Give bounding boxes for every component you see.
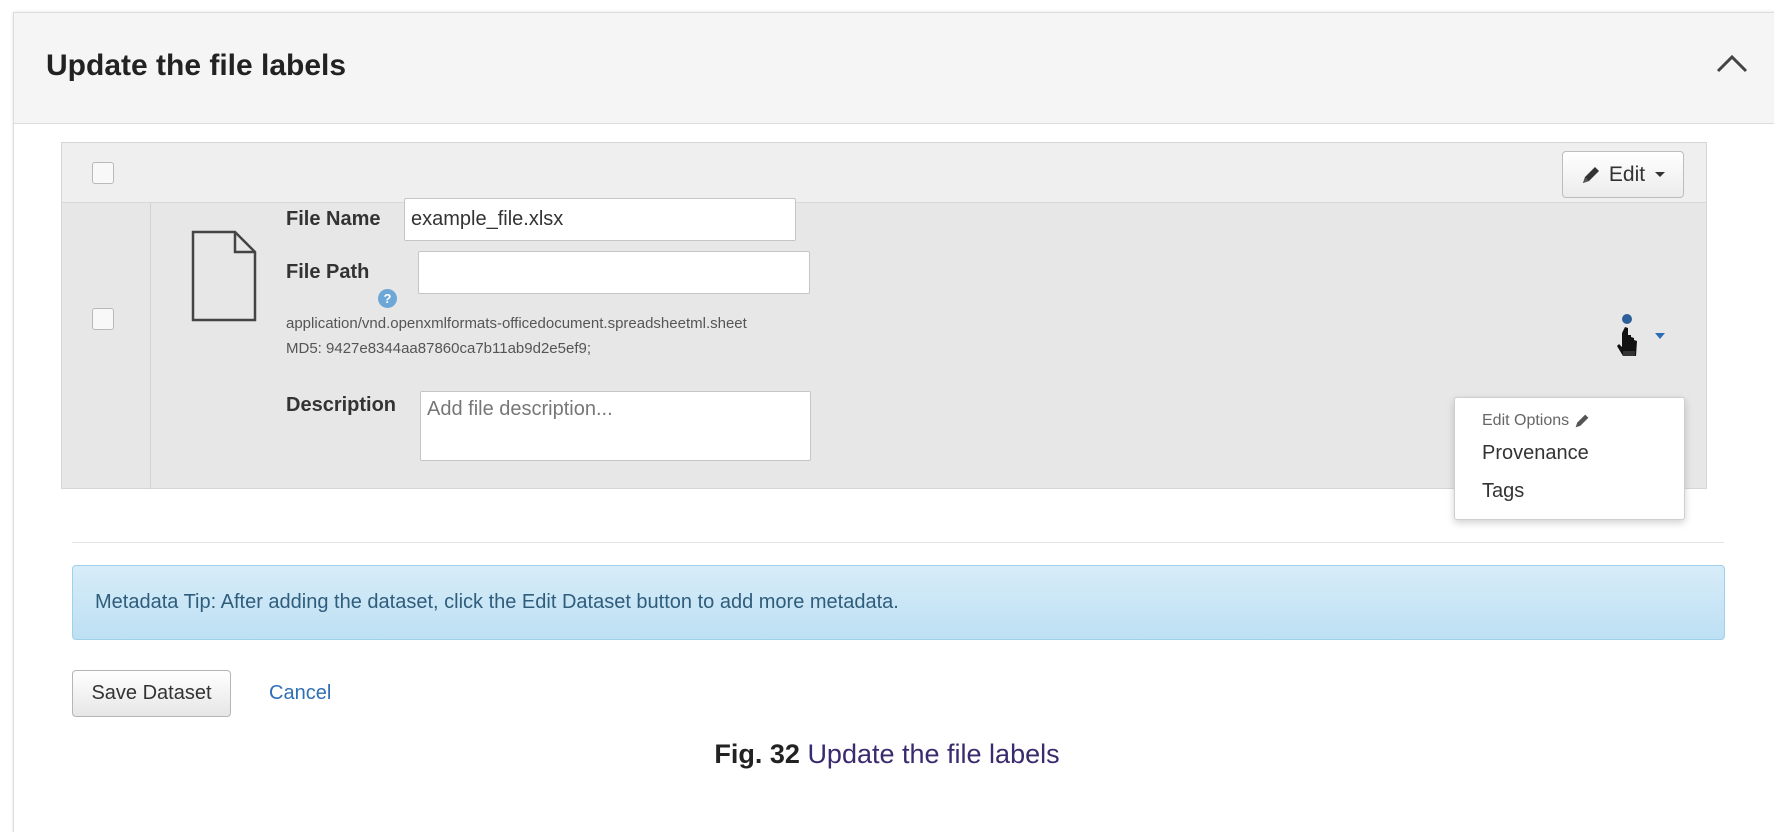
row-divider [150, 203, 151, 489]
description-label: Description [286, 394, 397, 416]
select-all-checkbox[interactable] [92, 162, 114, 184]
edit-button-label: Edit [1608, 162, 1646, 186]
figure-number: Fig. 32 [714, 739, 800, 769]
file-row-checkbox[interactable] [92, 308, 114, 330]
file-options-toggle[interactable] [1607, 311, 1677, 361]
edit-button[interactable]: Edit [1562, 151, 1684, 198]
chevron-up-icon [1716, 54, 1748, 73]
figure-title-link[interactable]: Update the file labels [807, 739, 1059, 769]
panel-title: Update the file labels [46, 49, 347, 82]
file-md5: MD5: 9427e8344aa87860ca7b11ab9d2e5ef9; [286, 340, 591, 357]
question-circle-icon[interactable]: ? [378, 289, 397, 308]
save-dataset-button[interactable]: Save Dataset [72, 670, 231, 717]
panel-header: Update the file labels [14, 13, 1774, 124]
metadata-tip-alert: Metadata Tip: After adding the dataset, … [72, 565, 1725, 640]
file-name-input[interactable] [404, 198, 796, 241]
file-path-input[interactable] [418, 251, 810, 294]
file-name-label: File Name [286, 208, 381, 230]
cancel-link[interactable]: Cancel [269, 682, 331, 705]
file-mime-type: application/vnd.openxmlformats-officedoc… [286, 315, 747, 332]
collapse-button[interactable] [1712, 49, 1752, 79]
description-textarea[interactable] [420, 391, 811, 461]
section-divider [72, 542, 1724, 543]
pencil-icon [1582, 166, 1599, 183]
table-header-row: Edit [62, 143, 1706, 203]
figure-caption: Fig. 32 Update the file labels [0, 739, 1774, 770]
pencil-icon [1575, 414, 1589, 428]
hand-pointer-icon [1617, 314, 1637, 356]
caret-down-icon [1655, 172, 1666, 177]
menu-item-tags[interactable]: Tags [1482, 480, 1524, 503]
menu-header: Edit Options [1482, 412, 1590, 430]
edit-options-menu: Edit Options Provenance Tags [1454, 397, 1685, 520]
caret-down-icon [1655, 333, 1665, 339]
metadata-tip-text: Metadata Tip: After adding the dataset, … [95, 591, 899, 613]
file-path-label: File Path [286, 261, 370, 283]
file-icon [191, 230, 257, 322]
menu-item-provenance[interactable]: Provenance [1482, 442, 1589, 465]
menu-header-label: Edit Options [1482, 412, 1570, 429]
